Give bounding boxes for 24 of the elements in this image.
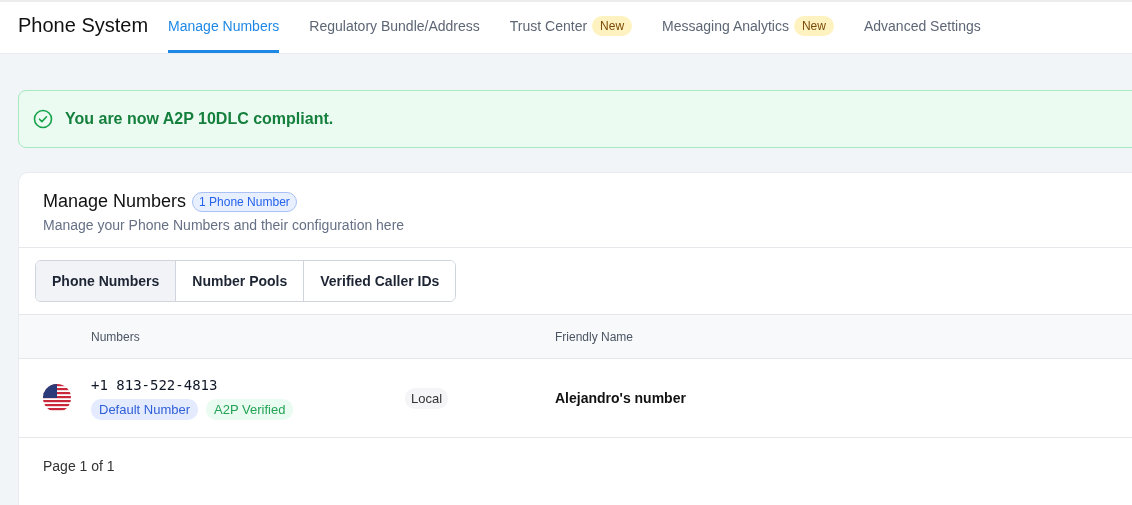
nav-tab[interactable]: Trust Center New bbox=[509, 2, 633, 53]
status-tag: A2P Verified bbox=[206, 398, 294, 420]
nav-tab[interactable]: Regulatory Bundle/Address bbox=[309, 2, 480, 53]
page-title: Phone System bbox=[18, 14, 149, 37]
nav-tab[interactable]: Advanced Settings bbox=[863, 2, 981, 53]
pagination-text: Page 1 of 1 bbox=[43, 458, 115, 474]
card-title: Manage Numbers bbox=[43, 191, 187, 212]
new-badge: New bbox=[793, 16, 834, 36]
status-tag: Default Number bbox=[91, 398, 199, 420]
flag-icon bbox=[43, 384, 71, 412]
column-header: Friendly Name bbox=[555, 329, 634, 344]
phone-number: +1 813-522-4813 bbox=[91, 376, 219, 393]
nav-tab[interactable]: Messaging Analytics New bbox=[662, 2, 834, 53]
check-circle-icon bbox=[33, 109, 53, 129]
segment-tab[interactable]: Phone Numbers bbox=[36, 261, 176, 301]
type-tag: Local bbox=[405, 388, 449, 409]
friendly-name: Alejandro's number bbox=[555, 390, 686, 406]
card-subtitle: Manage your Phone Numbers and their configuration here bbox=[43, 217, 406, 233]
new-badge: New bbox=[592, 16, 633, 36]
nav-tab[interactable]: Manage Numbers bbox=[168, 2, 280, 53]
column-header: Numbers bbox=[91, 329, 141, 344]
count-badge: 1 Phone Number bbox=[192, 191, 297, 212]
segment-tab[interactable]: Verified Caller IDs bbox=[303, 261, 456, 301]
banner-message: You are now A2P 10DLC compliant. bbox=[65, 110, 334, 128]
